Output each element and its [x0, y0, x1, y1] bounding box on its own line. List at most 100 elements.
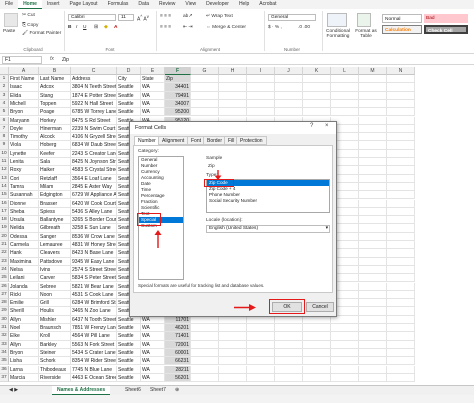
table-cell[interactable]: Roxy [9, 166, 39, 175]
table-cell[interactable]: Gilbreath [39, 224, 71, 233]
table-cell[interactable]: 5434 S Crater Lane [71, 348, 117, 358]
empty-cell[interactable] [303, 91, 331, 100]
table-cell[interactable]: Dionne [9, 199, 39, 208]
table-cell[interactable]: Riverside [39, 373, 71, 383]
table-cell[interactable]: Lisha [9, 357, 39, 366]
header-cell[interactable]: City [117, 75, 141, 84]
table-cell[interactable]: 2845 E Aster Way [71, 182, 117, 192]
merge-center-button[interactable]: ⇔ Merge & Center [206, 25, 246, 30]
empty-cell[interactable] [359, 332, 387, 341]
empty-cell[interactable] [359, 265, 387, 275]
empty-cell[interactable] [387, 207, 415, 217]
table-cell[interactable]: Lemauree [39, 241, 71, 250]
table-cell[interactable]: Adcox [39, 83, 71, 92]
table-cell[interactable]: 1874 E Potter Street [71, 91, 117, 100]
table-cell[interactable]: Lynette [9, 149, 39, 158]
indent-icon[interactable]: ⇤ ⇥ [183, 25, 192, 30]
empty-cell[interactable] [331, 324, 359, 333]
table-cell[interactable]: Larna [9, 365, 39, 374]
table-cell[interactable]: Haiker [39, 166, 71, 175]
column-header-g[interactable]: G [191, 67, 219, 75]
style-normal[interactable]: Normal [382, 14, 422, 23]
empty-cell[interactable] [387, 365, 415, 374]
empty-cell[interactable] [191, 99, 219, 109]
empty-cell[interactable] [359, 290, 387, 300]
empty-cell[interactable] [359, 141, 387, 150]
empty-cell[interactable] [219, 348, 247, 358]
table-cell[interactable]: Alcock [39, 133, 71, 142]
table-cell[interactable]: Marcia [9, 373, 39, 383]
table-cell[interactable]: WA [141, 340, 165, 349]
empty-cell[interactable] [247, 99, 275, 109]
conditional-formatting-button[interactable]: Conditional Formatting [324, 29, 352, 39]
table-cell[interactable]: 3564 E Loaf Lane [71, 174, 117, 183]
table-cell[interactable]: 60001 [165, 348, 191, 358]
empty-cell[interactable] [219, 332, 247, 341]
table-cell[interactable]: 79491 [165, 91, 191, 100]
empty-cell[interactable] [359, 124, 387, 134]
table-cell[interactable]: Horkey [39, 116, 71, 125]
empty-cell[interactable] [387, 83, 415, 92]
empty-cell[interactable] [387, 274, 415, 283]
table-cell[interactable]: Kroll [39, 332, 71, 341]
empty-cell[interactable] [191, 91, 219, 100]
table-cell[interactable]: Timothy [9, 133, 39, 142]
format-table-icon[interactable] [357, 13, 371, 27]
empty-cell[interactable] [219, 373, 247, 383]
empty-cell[interactable] [303, 99, 331, 109]
column-header-c[interactable]: C [71, 67, 117, 75]
row-header[interactable]: 19 [0, 224, 9, 233]
row-header[interactable]: 25 [0, 274, 9, 283]
header-cell[interactable]: Zip [165, 75, 191, 84]
table-cell[interactable]: Odessa [9, 232, 39, 241]
empty-cell[interactable] [359, 232, 387, 241]
table-cell[interactable]: 46201 [165, 324, 191, 333]
column-header-i[interactable]: I [247, 67, 275, 75]
empty-cell[interactable] [331, 365, 359, 374]
empty-cell[interactable] [331, 373, 359, 383]
row-header[interactable]: 36 [0, 365, 9, 374]
row-header[interactable]: 20 [0, 232, 9, 241]
sheet-tab-sheet7[interactable]: Sheet7 [145, 386, 171, 395]
column-header-e[interactable]: E [141, 67, 165, 75]
close-icon[interactable]: × [325, 123, 329, 129]
column-header-n[interactable]: N [387, 67, 415, 75]
empty-cell[interactable] [247, 365, 275, 374]
empty-cell[interactable] [359, 324, 387, 333]
empty-cell[interactable] [387, 299, 415, 308]
table-cell[interactable]: Doyle [9, 124, 39, 134]
table-cell[interactable]: Seattle [117, 99, 141, 109]
table-cell[interactable]: Seattle [117, 332, 141, 341]
tab-insert[interactable]: Insert [42, 0, 65, 9]
empty-cell[interactable] [191, 357, 219, 366]
table-cell[interactable]: Seattle [117, 324, 141, 333]
row-header[interactable]: 3 [0, 91, 9, 100]
table-cell[interactable]: Milam [39, 182, 71, 192]
table-cell[interactable]: Carmela [9, 241, 39, 250]
add-sheet-icon[interactable]: ⊕ [170, 386, 184, 395]
empty-cell[interactable] [359, 241, 387, 250]
empty-cell[interactable] [303, 75, 331, 84]
empty-cell[interactable] [387, 182, 415, 192]
empty-cell[interactable] [303, 108, 331, 117]
table-cell[interactable]: 4583 S Crystal Street [71, 166, 117, 175]
table-cell[interactable]: Leilani [9, 274, 39, 283]
empty-cell[interactable] [275, 340, 303, 349]
empty-cell[interactable] [359, 257, 387, 266]
table-cell[interactable]: 2574 S Street Street [71, 265, 117, 275]
table-cell[interactable]: Seattle [117, 340, 141, 349]
table-cell[interactable]: 2243 S Creator Lane [71, 149, 117, 158]
empty-cell[interactable] [191, 373, 219, 383]
row-header[interactable]: 32 [0, 332, 9, 341]
table-cell[interactable]: WA [141, 99, 165, 109]
table-cell[interactable]: Allyn [9, 340, 39, 349]
table-cell[interactable]: 6420 W Cook Court [71, 199, 117, 208]
row-header[interactable]: 30 [0, 315, 9, 324]
table-cell[interactable]: Elke [9, 332, 39, 341]
empty-cell[interactable] [275, 365, 303, 374]
table-cell[interactable]: 8354 W Rider Street [71, 357, 117, 366]
empty-cell[interactable] [359, 158, 387, 167]
dialog-tab-border[interactable]: Border [203, 136, 227, 145]
tab-home[interactable]: Home [18, 0, 42, 9]
empty-cell[interactable] [219, 91, 247, 100]
